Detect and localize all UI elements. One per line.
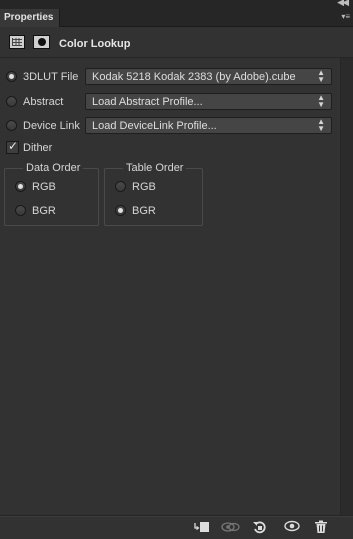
properties-panel: Color Lookup 3DLUT File Kodak 5218 Kodak…: [0, 27, 353, 515]
label-data-order-rgb: RGB: [32, 181, 56, 193]
visibility-icon[interactable]: [282, 520, 302, 535]
label-3dlut-file: 3DLUT File: [23, 71, 79, 83]
label-device-link: Device Link: [23, 120, 80, 132]
adjustment-header: Color Lookup: [0, 27, 353, 58]
select-arrows-icon: ▲ ▼: [317, 68, 325, 84]
tab-properties[interactable]: Properties: [0, 9, 60, 27]
adjustment-grid-icon[interactable]: [9, 35, 25, 49]
devicelink-profile-select[interactable]: Load DeviceLink Profile... ▲ ▼: [85, 117, 332, 134]
abstract-profile-value: Load Abstract Profile...: [92, 96, 203, 108]
table-order-group: Table Order RGB BGR: [104, 162, 203, 226]
radio-device-link[interactable]: [6, 120, 17, 131]
radio-table-order-bgr[interactable]: [115, 205, 126, 216]
data-order-legend: Data Order: [23, 162, 84, 174]
label-table-order-bgr: BGR: [132, 205, 156, 217]
radio-3dlut-file[interactable]: [6, 71, 17, 82]
reset-icon[interactable]: [250, 520, 270, 535]
toolbar-divider: [0, 516, 353, 517]
dither-checkbox[interactable]: ✓: [6, 139, 19, 154]
vertical-scrollbar[interactable]: [340, 58, 353, 515]
select-arrows-icon: ▲ ▼: [317, 117, 325, 133]
bottom-toolbar: [0, 515, 353, 539]
delete-icon[interactable]: [311, 520, 331, 535]
radio-data-order-bgr[interactable]: [15, 205, 26, 216]
data-order-group: Data Order RGB BGR: [4, 162, 99, 226]
panel-menu-icon[interactable]: ▾≡: [341, 12, 350, 21]
abstract-profile-select[interactable]: Load Abstract Profile... ▲ ▼: [85, 93, 332, 110]
view-previous-state-icon[interactable]: [221, 520, 241, 535]
panel-tab-row: Properties ▾≡: [0, 9, 353, 27]
clip-to-layer-icon[interactable]: [192, 520, 212, 535]
label-abstract: Abstract: [23, 96, 64, 108]
collapse-panel-icon[interactable]: ◀◀: [337, 0, 349, 8]
radio-table-order-rgb[interactable]: [115, 181, 126, 192]
3dlut-file-value: Kodak 5218 Kodak 2383 (by Adobe).cube: [92, 71, 296, 83]
checkmark-icon: ✓: [8, 139, 19, 153]
table-order-legend: Table Order: [123, 162, 187, 174]
radio-data-order-rgb[interactable]: [15, 181, 26, 192]
label-dither: Dither: [23, 142, 53, 154]
select-arrows-icon: ▲ ▼: [317, 93, 325, 109]
3dlut-file-select[interactable]: Kodak 5218 Kodak 2383 (by Adobe).cube ▲ ▼: [85, 68, 332, 85]
layer-mask-icon[interactable]: [33, 35, 50, 49]
page-title: Color Lookup: [59, 38, 131, 50]
radio-abstract[interactable]: [6, 96, 17, 107]
devicelink-profile-value: Load DeviceLink Profile...: [92, 120, 217, 132]
label-data-order-bgr: BGR: [32, 205, 56, 217]
label-table-order-rgb: RGB: [132, 181, 156, 193]
panel-title-bar: ◀◀: [0, 0, 353, 9]
